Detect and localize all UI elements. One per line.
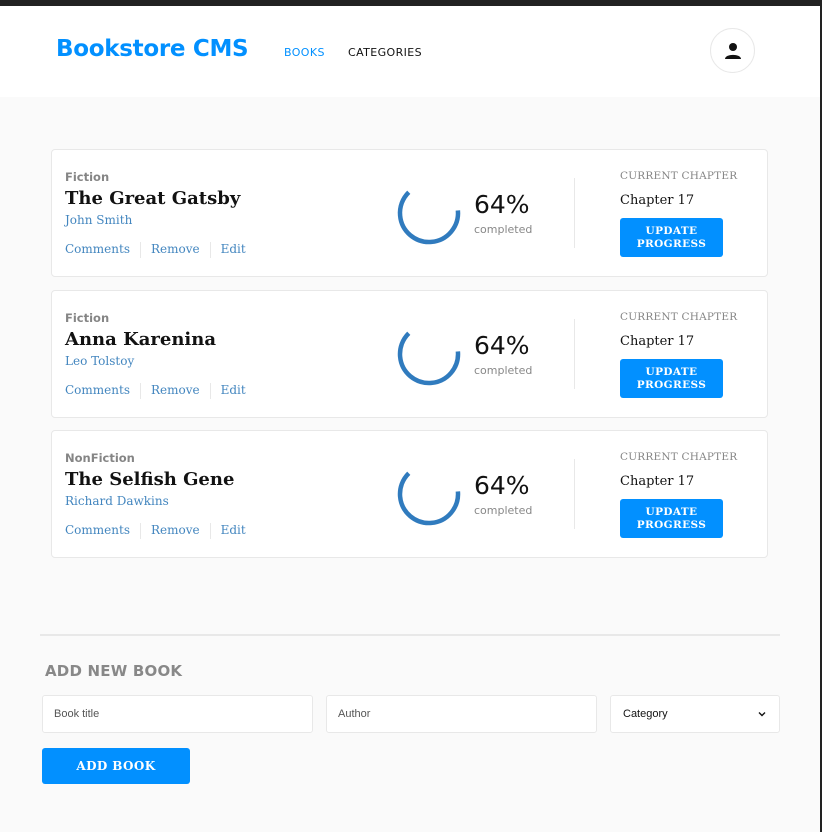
vertical-divider: [574, 459, 575, 529]
action-separator: [209, 383, 211, 399]
book-author[interactable]: Leo Tolstoy: [65, 354, 134, 368]
remove-link[interactable]: Remove: [151, 523, 200, 539]
book-title-input[interactable]: [42, 695, 313, 733]
edit-link[interactable]: Edit: [221, 383, 246, 399]
author-input[interactable]: [326, 695, 597, 733]
progress-ring: [397, 462, 461, 526]
update-progress-button[interactable]: UPDATE PROGRESS: [620, 359, 723, 398]
current-chapter-label: CURRENT CHAPTER: [620, 451, 738, 463]
book-category: Fiction: [65, 170, 110, 184]
remove-link[interactable]: Remove: [151, 383, 200, 399]
progress-percent: 64%: [474, 331, 530, 360]
edit-link[interactable]: Edit: [221, 523, 246, 539]
progress-completed-label: completed: [474, 364, 533, 377]
book-actions: Comments Remove Edit: [65, 523, 246, 539]
progress-ring: [397, 322, 461, 386]
chevron-down-icon: [758, 712, 766, 717]
progress-percent: 64%: [474, 471, 530, 500]
book-category: NonFiction: [65, 451, 135, 465]
book-actions: Comments Remove Edit: [65, 242, 246, 258]
user-icon: [724, 42, 741, 59]
comments-link[interactable]: Comments: [65, 523, 130, 539]
progress-completed-label: completed: [474, 223, 533, 236]
action-separator: [139, 242, 141, 258]
update-progress-button[interactable]: UPDATE PROGRESS: [620, 218, 723, 257]
current-chapter-value: Chapter 17: [620, 193, 695, 208]
vertical-divider: [574, 319, 575, 389]
book-title: Anna Karenina: [65, 329, 216, 350]
remove-link[interactable]: Remove: [151, 242, 200, 258]
book-card: NonFiction The Selfish Gene Richard Dawkin…: [51, 430, 768, 558]
nav-categories-link[interactable]: CATEGORIES: [348, 46, 422, 59]
current-chapter-label: CURRENT CHAPTER: [620, 311, 738, 323]
progress-ring: [397, 181, 461, 245]
book-title: The Great Gatsby: [65, 188, 241, 209]
action-separator: [209, 523, 211, 539]
book-category: Fiction: [65, 311, 110, 325]
book-title: The Selfish Gene: [65, 469, 235, 490]
book-author[interactable]: Richard Dawkins: [65, 494, 169, 508]
section-divider: [40, 634, 780, 636]
update-progress-button[interactable]: UPDATE PROGRESS: [620, 499, 723, 538]
progress-completed-label: completed: [474, 504, 533, 517]
progress-ring-fill: [397, 322, 461, 386]
book-author[interactable]: John Smith: [65, 213, 132, 227]
nav-books-link[interactable]: BOOKS: [284, 46, 325, 59]
progress-percent: 64%: [474, 190, 530, 219]
book-card: Fiction Anna Karenina Leo Tolstoy Comments R…: [51, 290, 768, 418]
comments-link[interactable]: Comments: [65, 383, 130, 399]
current-chapter-value: Chapter 17: [620, 474, 695, 489]
user-avatar-button[interactable]: [710, 28, 755, 73]
action-separator: [139, 383, 141, 399]
action-separator: [209, 242, 211, 258]
vertical-divider: [574, 178, 575, 248]
current-chapter-value: Chapter 17: [620, 334, 695, 349]
add-book-heading: ADD NEW BOOK: [45, 662, 183, 680]
progress-ring-fill: [397, 181, 461, 245]
category-select[interactable]: Category: [610, 695, 780, 733]
edit-link[interactable]: Edit: [221, 242, 246, 258]
brand-logo[interactable]: Bookstore CMS: [56, 36, 249, 62]
book-actions: Comments Remove Edit: [65, 383, 246, 399]
book-card: Fiction The Great Gatsby John Smith Comment…: [51, 149, 768, 277]
category-select-value: Category: [623, 708, 668, 720]
site-header: Bookstore CMS BOOKS CATEGORIES: [0, 6, 820, 97]
action-separator: [139, 523, 141, 539]
progress-ring-fill: [397, 462, 461, 526]
current-chapter-label: CURRENT CHAPTER: [620, 170, 738, 182]
add-book-button[interactable]: ADD BOOK: [42, 748, 190, 784]
comments-link[interactable]: Comments: [65, 242, 130, 258]
